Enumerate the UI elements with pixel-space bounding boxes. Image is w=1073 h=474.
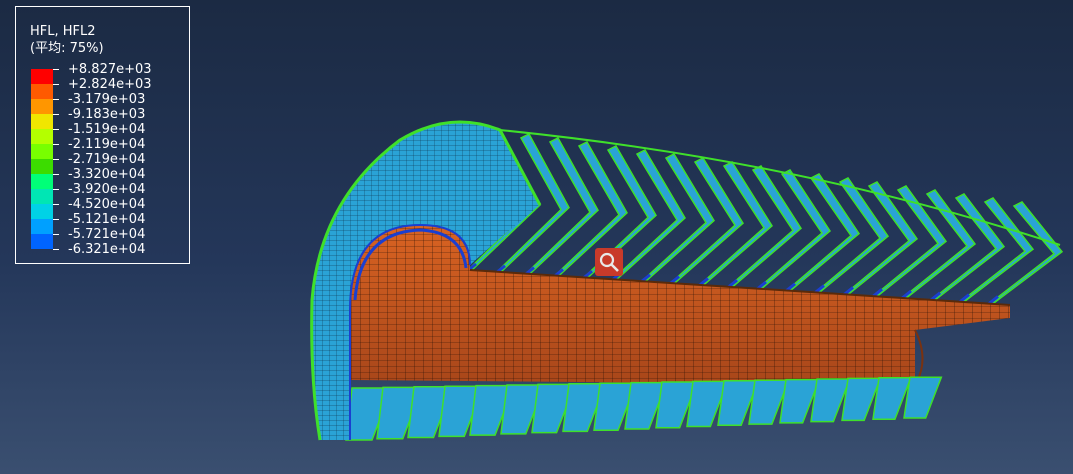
legend-value: -3.920e+04 — [68, 182, 146, 197]
legend-value: -2.719e+04 — [68, 152, 146, 167]
legend-value: -5.121e+04 — [68, 212, 146, 227]
legend-tick — [53, 174, 59, 175]
legend-tick — [53, 219, 59, 220]
legend-swatch — [31, 84, 53, 99]
legend-tick — [53, 189, 59, 190]
legend-tick — [53, 234, 59, 235]
legend-swatch — [31, 174, 53, 189]
legend-swatch — [31, 159, 53, 174]
legend-value: +8.827e+03 — [68, 62, 152, 77]
color-legend: HFL, HFL2 (平均: 75%) +8.827e+03 +2.824e+03… — [15, 6, 190, 264]
legend-swatch — [31, 144, 53, 159]
legend-tick — [53, 99, 59, 100]
legend-value: -5.721e+04 — [68, 227, 146, 242]
legend-tick — [53, 249, 59, 250]
legend-value: -9.183e+03 — [68, 107, 146, 122]
legend-tick — [53, 114, 59, 115]
legend-swatch — [31, 99, 53, 114]
legend-swatch — [31, 69, 53, 84]
legend-value: -6.321e+04 — [68, 242, 146, 257]
legend-swatch — [31, 129, 53, 144]
query-magnifier-icon[interactable] — [595, 248, 623, 276]
legend-swatch — [31, 189, 53, 204]
legend-tick — [53, 159, 59, 160]
legend-tick — [53, 69, 59, 70]
legend-tick — [53, 84, 59, 85]
legend-swatch — [31, 114, 53, 129]
legend-tick — [53, 144, 59, 145]
legend-tick — [53, 204, 59, 205]
fin-lower — [903, 376, 943, 419]
legend-swatch — [31, 219, 53, 234]
legend-title: HFL, HFL2 — [30, 24, 96, 39]
fin-array-front — [345, 376, 943, 441]
legend-value: +2.824e+03 — [68, 77, 152, 92]
legend-value: -1.519e+04 — [68, 122, 146, 137]
legend-value: -2.119e+04 — [68, 137, 146, 152]
legend-value: -4.520e+04 — [68, 197, 146, 212]
legend-swatch — [31, 234, 53, 249]
legend-value: -3.179e+03 — [68, 92, 146, 107]
legend-tick — [53, 129, 59, 130]
legend-swatch — [31, 204, 53, 219]
legend-subtitle: (平均: 75%) — [30, 41, 104, 56]
legend-value: -3.320e+04 — [68, 167, 146, 182]
